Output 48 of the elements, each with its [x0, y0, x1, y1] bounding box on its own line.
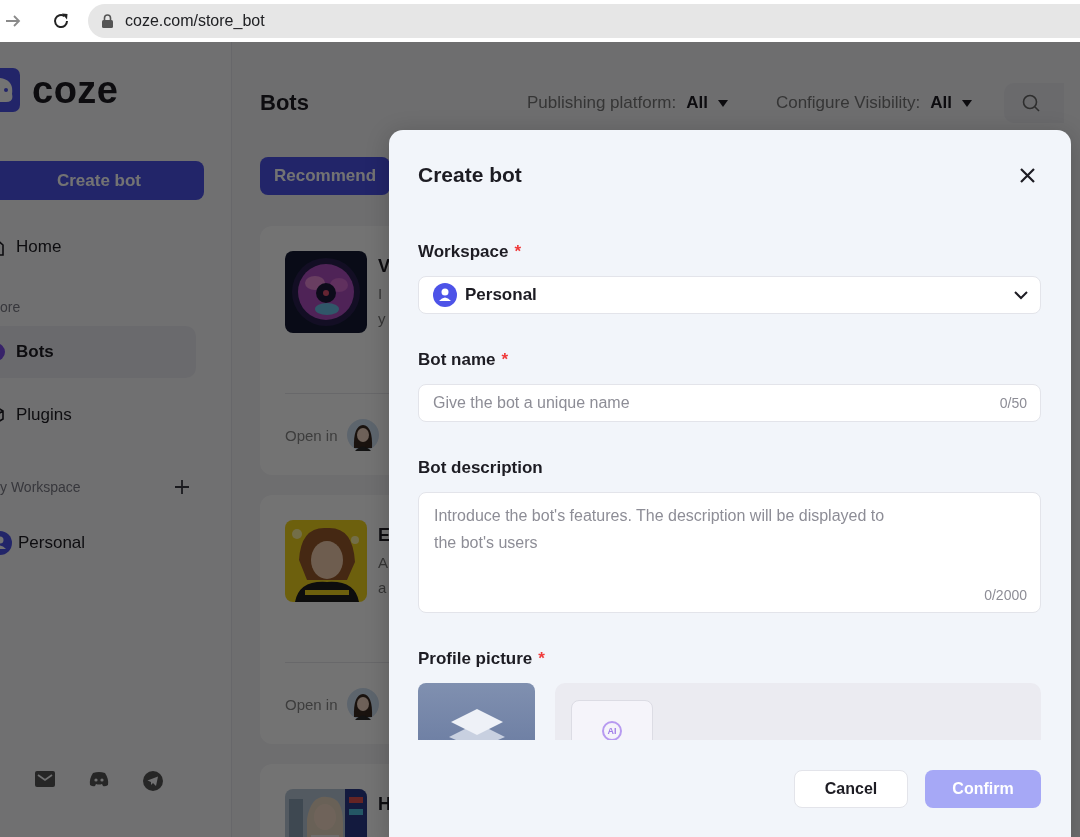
- avatar-icon: [345, 418, 380, 452]
- chevron-down-icon: [1014, 290, 1028, 300]
- dialog-title: Create bot: [418, 163, 522, 187]
- search-icon: [1021, 94, 1040, 112]
- mail-icon[interactable]: [35, 771, 55, 787]
- caret-icon: [961, 99, 972, 107]
- send-icon[interactable]: [143, 771, 163, 791]
- section-heading: ore: [0, 299, 21, 315]
- filter-dropdown[interactable]: Publishing platform: All: [526, 93, 728, 113]
- workspace-item[interactable]: Personal: [0, 523, 231, 563]
- close-icon[interactable]: [1020, 167, 1035, 183]
- required-mark: *: [514, 242, 522, 261]
- ai-badge: AI: [602, 721, 622, 740]
- bot-description: a: [378, 578, 388, 598]
- nav-item[interactable]: Bots: [0, 326, 196, 378]
- create-bot-button[interactable]: Create bot: [0, 161, 204, 200]
- section-heading: y Workspace: [0, 479, 81, 495]
- required-mark: *: [538, 649, 545, 668]
- nav-item[interactable]: Home: [0, 227, 196, 267]
- required-mark: *: [501, 350, 509, 369]
- field-label: Workspace: [418, 242, 509, 261]
- field-label: Bot name: [418, 350, 496, 369]
- bot-title: H: [378, 793, 389, 816]
- bot-description: y: [378, 309, 387, 329]
- tab[interactable]: Recommend: [260, 157, 390, 195]
- character-count: 0/50: [999, 395, 1027, 411]
- character-count: 0/2000: [984, 587, 1027, 603]
- field-label: Bot description: [418, 458, 543, 477]
- logo-text: coze: [32, 68, 119, 112]
- page-title: Bots: [260, 90, 309, 116]
- workspace-select[interactable]: Personal: [418, 276, 1041, 314]
- bot-title: E: [378, 524, 389, 547]
- caret-icon: [717, 99, 728, 107]
- avatar-icon: [345, 687, 380, 721]
- ai-generate-button[interactable]: AI: [571, 700, 653, 740]
- reload-icon[interactable]: [52, 12, 70, 30]
- field-label: Profile picture: [418, 649, 533, 668]
- user-icon: [433, 283, 457, 307]
- plus-icon[interactable]: [174, 479, 190, 495]
- discord-icon[interactable]: [89, 771, 109, 787]
- lock-icon: [102, 14, 113, 28]
- bot-card[interactable]: H: [260, 764, 389, 837]
- bot-description: A: [378, 553, 389, 573]
- address-bar[interactable]: coze.com/store_bot: [88, 4, 1080, 38]
- cancel-button[interactable]: Cancel: [794, 770, 908, 808]
- filter-dropdown[interactable]: Configure Visibility: All: [775, 93, 972, 113]
- nav-item[interactable]: Plugins: [0, 395, 196, 435]
- search-field[interactable]: [1003, 83, 1064, 123]
